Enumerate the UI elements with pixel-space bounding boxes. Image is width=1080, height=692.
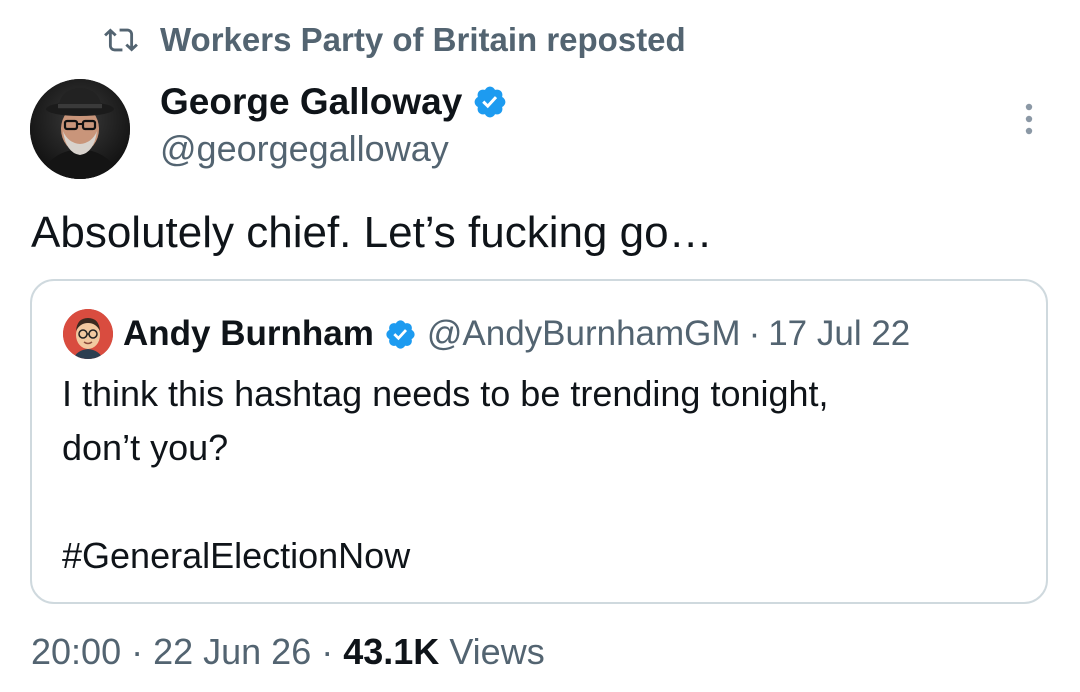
repost-icon — [104, 23, 138, 57]
author-name-row[interactable]: George Galloway — [160, 78, 508, 126]
views-count[interactable]: 43.1K — [343, 631, 439, 673]
author-name[interactable]: George Galloway — [160, 81, 462, 123]
verified-badge-icon[interactable] — [472, 84, 508, 120]
quoted-author-avatar[interactable] — [63, 309, 113, 359]
quoted-text-line: don’t you? — [62, 427, 229, 468]
author-avatar[interactable] — [30, 79, 130, 179]
meta-separator: · — [321, 631, 334, 672]
quoted-separator: · — [748, 314, 761, 353]
quoted-text-spacer — [62, 475, 1022, 529]
views-label[interactable]: Views — [449, 631, 544, 673]
repost-context[interactable]: Workers Party of Britain reposted — [104, 18, 686, 62]
quoted-date[interactable]: 17 Jul 22 — [768, 314, 910, 354]
tweet-time[interactable]: 20:00 — [31, 631, 121, 673]
quoted-tweet[interactable]: Andy Burnham @AndyBurnhamGM · 17 Jul 22 … — [30, 279, 1048, 604]
author-handle[interactable]: @georgegalloway — [160, 128, 449, 170]
quoted-header: Andy Burnham @AndyBurnhamGM · 17 Jul 22 — [123, 309, 910, 359]
quoted-text: I think this hashtag needs to be trendin… — [62, 367, 1022, 583]
quoted-verified-badge-icon — [384, 318, 417, 351]
repost-label: Workers Party of Britain reposted — [160, 21, 686, 58]
quoted-author-name[interactable]: Andy Burnham — [123, 314, 374, 354]
tweet-text: Absolutely chief. Let’s fucking go… — [31, 208, 713, 257]
quoted-author-handle[interactable]: @AndyBurnhamGM — [427, 314, 741, 354]
tweet-date[interactable]: 22 Jun 26 — [153, 631, 311, 673]
tweet-meta: 20:00 · 22 Jun 26 · 43.1K Views — [31, 626, 545, 678]
quoted-hashtag[interactable]: #GeneralElectionNow — [62, 529, 1022, 583]
quoted-text-line: I think this hashtag needs to be trendin… — [62, 373, 829, 414]
more-options-icon[interactable] — [1014, 100, 1044, 140]
meta-separator: · — [131, 631, 144, 672]
